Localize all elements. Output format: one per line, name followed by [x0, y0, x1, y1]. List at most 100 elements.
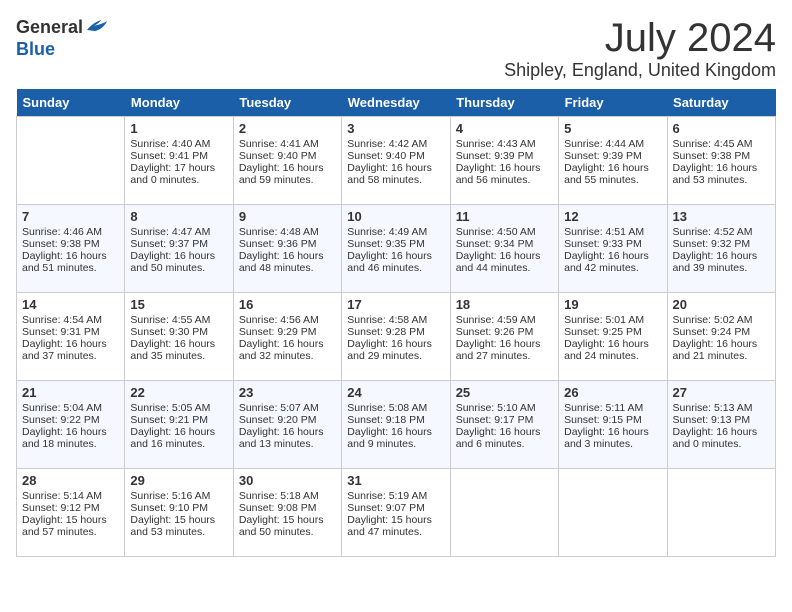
calendar-cell: 1Sunrise: 4:40 AMSunset: 9:41 PMDaylight… [125, 117, 233, 205]
day-number: 26 [564, 385, 661, 400]
sunrise-text: Sunrise: 5:18 AM [239, 490, 336, 502]
sunset-text: Sunset: 9:25 PM [564, 326, 661, 338]
day-number: 11 [456, 209, 553, 224]
sunset-text: Sunset: 9:12 PM [22, 502, 119, 514]
daylight-text: Daylight: 16 hours and 59 minutes. [239, 162, 336, 186]
sunset-text: Sunset: 9:17 PM [456, 414, 553, 426]
day-number: 13 [673, 209, 770, 224]
daylight-text: Daylight: 16 hours and 42 minutes. [564, 250, 661, 274]
sunset-text: Sunset: 9:24 PM [673, 326, 770, 338]
sunrise-text: Sunrise: 4:51 AM [564, 226, 661, 238]
col-header-wednesday: Wednesday [342, 89, 450, 117]
sunrise-text: Sunrise: 5:11 AM [564, 402, 661, 414]
sunset-text: Sunset: 9:41 PM [130, 150, 227, 162]
day-number: 31 [347, 473, 444, 488]
sunrise-text: Sunrise: 4:48 AM [239, 226, 336, 238]
sunset-text: Sunset: 9:13 PM [673, 414, 770, 426]
calendar-cell: 6Sunrise: 4:45 AMSunset: 9:38 PMDaylight… [667, 117, 775, 205]
col-header-tuesday: Tuesday [233, 89, 341, 117]
sunrise-text: Sunrise: 5:05 AM [130, 402, 227, 414]
daylight-text: Daylight: 16 hours and 3 minutes. [564, 426, 661, 450]
sunrise-text: Sunrise: 5:08 AM [347, 402, 444, 414]
sunrise-text: Sunrise: 4:52 AM [673, 226, 770, 238]
daylight-text: Daylight: 15 hours and 53 minutes. [130, 514, 227, 538]
calendar-cell: 8Sunrise: 4:47 AMSunset: 9:37 PMDaylight… [125, 205, 233, 293]
daylight-text: Daylight: 15 hours and 57 minutes. [22, 514, 119, 538]
sunrise-text: Sunrise: 5:10 AM [456, 402, 553, 414]
daylight-text: Daylight: 16 hours and 37 minutes. [22, 338, 119, 362]
calendar-cell: 3Sunrise: 4:42 AMSunset: 9:40 PMDaylight… [342, 117, 450, 205]
sunset-text: Sunset: 9:21 PM [130, 414, 227, 426]
sunrise-text: Sunrise: 4:49 AM [347, 226, 444, 238]
sunset-text: Sunset: 9:15 PM [564, 414, 661, 426]
day-number: 16 [239, 297, 336, 312]
week-row-1: 1Sunrise: 4:40 AMSunset: 9:41 PMDaylight… [17, 117, 776, 205]
calendar-cell [450, 469, 558, 557]
daylight-text: Daylight: 16 hours and 24 minutes. [564, 338, 661, 362]
day-number: 28 [22, 473, 119, 488]
sunset-text: Sunset: 9:36 PM [239, 238, 336, 250]
calendar-cell: 7Sunrise: 4:46 AMSunset: 9:38 PMDaylight… [17, 205, 125, 293]
daylight-text: Daylight: 16 hours and 6 minutes. [456, 426, 553, 450]
calendar-table: SundayMondayTuesdayWednesdayThursdayFrid… [16, 89, 776, 557]
calendar-cell: 30Sunrise: 5:18 AMSunset: 9:08 PMDayligh… [233, 469, 341, 557]
daylight-text: Daylight: 16 hours and 29 minutes. [347, 338, 444, 362]
month-year-title: July 2024 [504, 16, 776, 60]
header: General Blue July 2024 Shipley, England,… [16, 16, 776, 81]
calendar-cell: 2Sunrise: 4:41 AMSunset: 9:40 PMDaylight… [233, 117, 341, 205]
day-number: 18 [456, 297, 553, 312]
daylight-text: Daylight: 16 hours and 27 minutes. [456, 338, 553, 362]
col-header-monday: Monday [125, 89, 233, 117]
week-row-2: 7Sunrise: 4:46 AMSunset: 9:38 PMDaylight… [17, 205, 776, 293]
sunrise-text: Sunrise: 5:01 AM [564, 314, 661, 326]
day-number: 22 [130, 385, 227, 400]
sunset-text: Sunset: 9:35 PM [347, 238, 444, 250]
daylight-text: Daylight: 16 hours and 50 minutes. [130, 250, 227, 274]
calendar-cell: 23Sunrise: 5:07 AMSunset: 9:20 PMDayligh… [233, 381, 341, 469]
daylight-text: Daylight: 16 hours and 13 minutes. [239, 426, 336, 450]
sunset-text: Sunset: 9:39 PM [564, 150, 661, 162]
day-number: 14 [22, 297, 119, 312]
day-number: 1 [130, 121, 227, 136]
daylight-text: Daylight: 16 hours and 35 minutes. [130, 338, 227, 362]
daylight-text: Daylight: 16 hours and 0 minutes. [673, 426, 770, 450]
sunrise-text: Sunrise: 4:46 AM [22, 226, 119, 238]
day-number: 9 [239, 209, 336, 224]
daylight-text: Daylight: 16 hours and 55 minutes. [564, 162, 661, 186]
sunset-text: Sunset: 9:29 PM [239, 326, 336, 338]
daylight-text: Daylight: 15 hours and 47 minutes. [347, 514, 444, 538]
sunrise-text: Sunrise: 5:13 AM [673, 402, 770, 414]
day-number: 30 [239, 473, 336, 488]
daylight-text: Daylight: 16 hours and 21 minutes. [673, 338, 770, 362]
calendar-cell: 16Sunrise: 4:56 AMSunset: 9:29 PMDayligh… [233, 293, 341, 381]
daylight-text: Daylight: 16 hours and 39 minutes. [673, 250, 770, 274]
sunset-text: Sunset: 9:38 PM [22, 238, 119, 250]
calendar-cell [559, 469, 667, 557]
sunrise-text: Sunrise: 4:45 AM [673, 138, 770, 150]
calendar-cell: 9 Sunrise: 4:48 AMSunset: 9:36 PMDaylight… [233, 205, 341, 293]
sunset-text: Sunset: 9:28 PM [347, 326, 444, 338]
day-number: 29 [130, 473, 227, 488]
daylight-text: Daylight: 16 hours and 51 minutes. [22, 250, 119, 274]
sunrise-text: Sunrise: 4:43 AM [456, 138, 553, 150]
sunset-text: Sunset: 9:18 PM [347, 414, 444, 426]
daylight-text: Daylight: 16 hours and 46 minutes. [347, 250, 444, 274]
daylight-text: Daylight: 16 hours and 16 minutes. [130, 426, 227, 450]
daylight-text: Daylight: 17 hours and 0 minutes. [130, 162, 227, 186]
sunset-text: Sunset: 9:08 PM [239, 502, 336, 514]
sunrise-text: Sunrise: 4:56 AM [239, 314, 336, 326]
day-number: 19 [564, 297, 661, 312]
sunrise-text: Sunrise: 4:41 AM [239, 138, 336, 150]
daylight-text: Daylight: 16 hours and 9 minutes. [347, 426, 444, 450]
sunset-text: Sunset: 9:30 PM [130, 326, 227, 338]
sunset-text: Sunset: 9:38 PM [673, 150, 770, 162]
calendar-cell: 17Sunrise: 4:58 AMSunset: 9:28 PMDayligh… [342, 293, 450, 381]
day-number: 6 [673, 121, 770, 136]
calendar-cell: 27Sunrise: 5:13 AMSunset: 9:13 PMDayligh… [667, 381, 775, 469]
sunset-text: Sunset: 9:22 PM [22, 414, 119, 426]
calendar-cell: 25Sunrise: 5:10 AMSunset: 9:17 PMDayligh… [450, 381, 558, 469]
day-number: 20 [673, 297, 770, 312]
daylight-text: Daylight: 16 hours and 48 minutes. [239, 250, 336, 274]
calendar-cell: 19 Sunrise: 5:01 AMSunset: 9:25 PMDayligh… [559, 293, 667, 381]
day-number: 4 [456, 121, 553, 136]
